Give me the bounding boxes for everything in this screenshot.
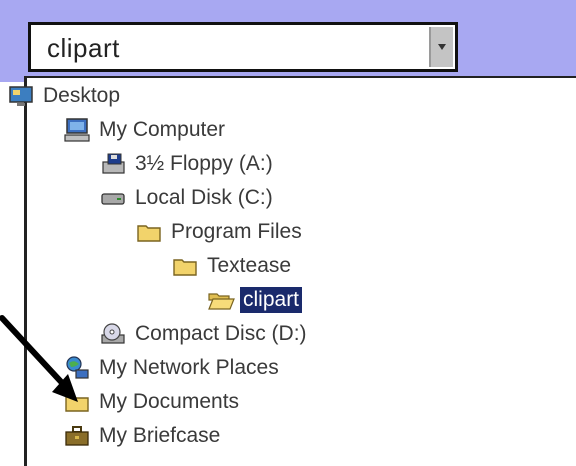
chevron-down-icon [438,44,446,50]
dropdown-button[interactable] [429,27,453,67]
tree-item-clipart[interactable]: clipart [207,284,303,316]
open-folder-icon [207,286,235,314]
folder-icon [171,252,199,280]
tree-item-program-files[interactable]: Program Files [135,216,305,248]
tree-item-label: Textease [207,254,292,277]
folder-icon [135,218,163,246]
tree-item-label: Compact Disc (D:) [135,322,307,345]
tree-item-textease[interactable]: Textease [171,250,294,282]
annotation-arrow [0,315,78,402]
tree-item-label: My Network Places [99,356,279,379]
tree-item-label: Program Files [171,220,302,243]
tree-item-label: clipart [240,287,303,313]
tree-item-floppy[interactable]: 3½ Floppy (A:) [99,148,276,180]
tree-item-label: 3½ Floppy (A:) [135,152,273,175]
tree-item-local-disk[interactable]: Local Disk (C:) [99,182,276,214]
tree-item-compact-disc[interactable]: Compact Disc (D:) [99,318,310,350]
tree-item-label: Local Disk (C:) [135,186,273,209]
